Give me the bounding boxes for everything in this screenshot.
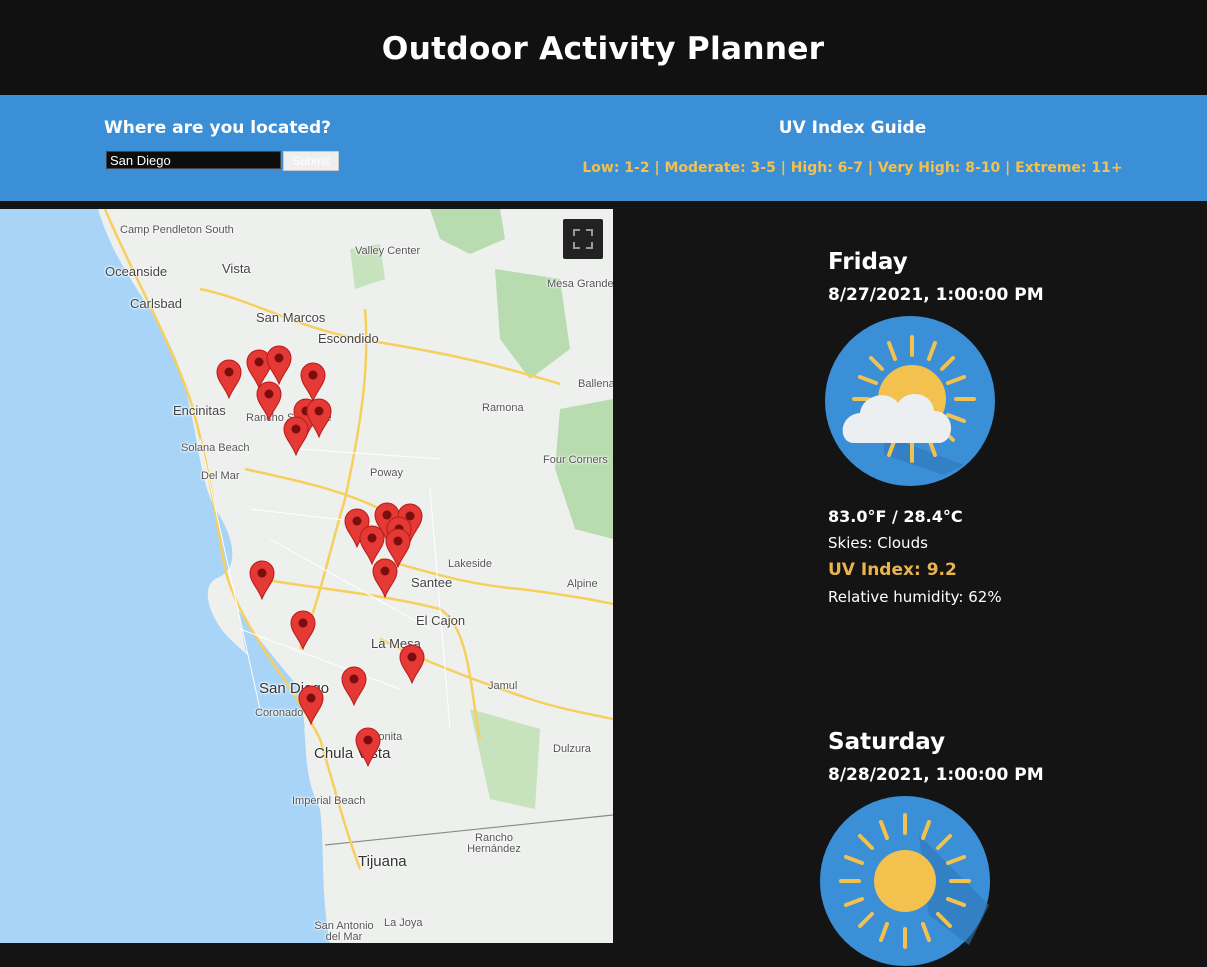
location-input[interactable] <box>106 151 281 169</box>
partly-cloudy-icon <box>825 316 995 486</box>
uv-guide: UV Index Guide Low: 1-2 | Moderate: 3-5 … <box>560 118 1145 176</box>
place-label: Mesa Grande <box>547 278 613 290</box>
place-label: Encinitas <box>173 403 226 418</box>
place-label: San Antonio del Mar <box>314 920 374 943</box>
forecast-day: Friday <box>828 249 908 275</box>
map-marker-icon[interactable] <box>256 381 282 421</box>
map-marker-icon[interactable] <box>216 359 242 399</box>
forecast-datetime: 8/28/2021, 1:00:00 PM <box>828 765 1044 785</box>
map[interactable]: Camp Pendleton South Oceanside Vista Car… <box>0 209 613 943</box>
place-label: Carlsbad <box>130 296 183 311</box>
place-label: Dulzura <box>553 743 591 755</box>
forecast-card: Saturday 8/28/2021, 1:00:00 PM <box>820 729 1044 967</box>
forecast-datetime: 8/27/2021, 1:00:00 PM <box>828 285 1044 305</box>
place-label: El Cajon <box>416 613 466 628</box>
forecast-temperature: 83.0°F / 28.4°C <box>828 507 963 526</box>
map-marker-icon[interactable] <box>283 416 309 456</box>
map-marker-icon[interactable] <box>298 685 324 725</box>
map-marker-icon[interactable] <box>341 666 367 706</box>
map-marker-icon[interactable] <box>399 644 425 684</box>
app-title: Outdoor Activity Planner <box>382 30 825 67</box>
place-label: Del Mar <box>201 470 240 482</box>
place-label: La Joya <box>384 917 423 929</box>
map-marker-icon[interactable] <box>372 558 398 598</box>
park-area <box>430 209 505 254</box>
place-label: Escondido <box>318 331 379 346</box>
location-row: Submit <box>105 151 345 171</box>
place-label: Solana Beach <box>181 442 250 454</box>
forecast-day: Saturday <box>828 729 946 755</box>
map-marker-icon[interactable] <box>266 345 292 385</box>
place-label: Jamul <box>488 680 518 692</box>
forecast-uv-index: UV Index: 9.2 <box>828 560 957 580</box>
forecast-skies: Skies: Clouds <box>828 534 928 552</box>
place-label: Oceanside <box>105 264 168 279</box>
app-header: Outdoor Activity Planner <box>0 0 1207 95</box>
place-label: Alpine <box>567 578 598 590</box>
place-label: Poway <box>370 467 404 479</box>
place-label: Santee <box>411 575 453 590</box>
place-label: Vista <box>222 261 251 276</box>
forecast-card: Friday 8/27/2021, 1:00:00 PM 83.0°F / 28… <box>825 249 1044 606</box>
place-label: Camp Pendleton South <box>120 224 234 236</box>
location-label: Where are you located? <box>103 118 332 138</box>
map-marker-icon[interactable] <box>300 362 326 402</box>
fullscreen-icon <box>573 229 593 249</box>
place-label: Rancho Hernández <box>467 832 521 855</box>
sunny-icon <box>820 796 990 966</box>
place-label: Ramona <box>482 402 524 414</box>
map-marker-icon[interactable] <box>355 727 381 767</box>
uv-guide-scale: Low: 1-2 | Moderate: 3-5 | High: 6-7 | V… <box>582 160 1123 176</box>
submit-button[interactable]: Submit <box>283 151 339 171</box>
place-label: Imperial Beach <box>292 795 366 807</box>
map-marker-icon[interactable] <box>249 560 275 600</box>
forecast-humidity: Relative humidity: 62% <box>828 588 1002 606</box>
fullscreen-button[interactable] <box>563 219 603 259</box>
place-label: Four Corners <box>543 454 608 466</box>
place-label: Ballena <box>578 378 613 390</box>
place-label: Tijuana <box>358 853 407 870</box>
map-marker-icon[interactable] <box>290 610 316 650</box>
place-label: San Marcos <box>256 310 326 325</box>
map-marker-icon[interactable] <box>306 398 332 438</box>
park-area <box>470 709 540 809</box>
location-form: Where are you located? Submit <box>104 118 340 171</box>
park-area <box>555 399 613 539</box>
place-label: Lakeside <box>448 558 493 570</box>
place-label: Valley Center <box>355 245 421 257</box>
uv-guide-title: UV Index Guide <box>778 118 927 138</box>
controls-band: Where are you located? Submit UV Index G… <box>0 95 1207 201</box>
place-label: Coronado <box>255 707 304 719</box>
